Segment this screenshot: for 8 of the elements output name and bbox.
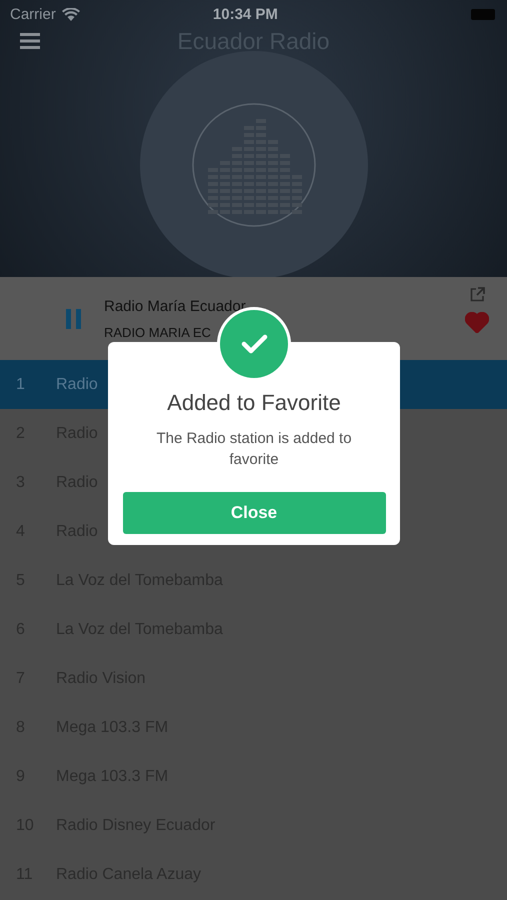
status-time: 10:34 PM [212,6,279,22]
station-subtitle: RADIO MARIA EC [104,324,212,340]
dialog-title: Added to Favorite [167,390,341,416]
station-name: Radio [56,376,98,394]
station-title: Radio María Ecuador [104,298,246,314]
dialog-message: The Radio station is added to favorite [155,429,353,470]
carrier-label: Carrier [10,6,56,22]
station-number: 1 [15,376,26,394]
